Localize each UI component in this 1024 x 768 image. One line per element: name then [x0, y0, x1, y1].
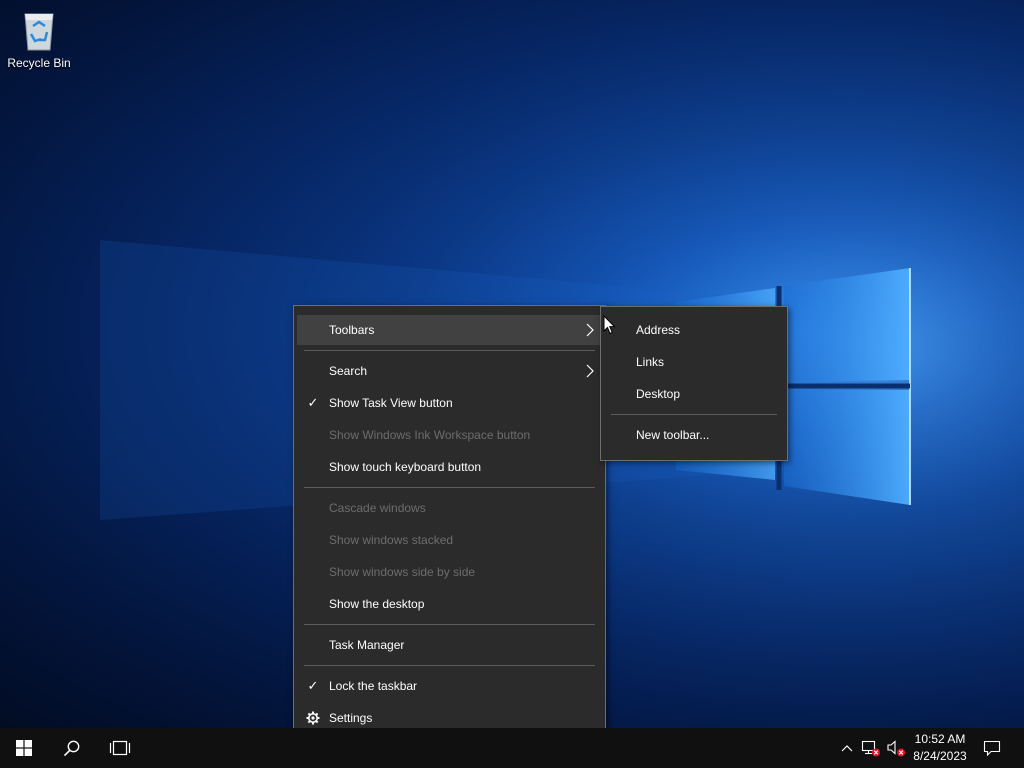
- submenu-item-desktop[interactable]: Desktop: [604, 379, 784, 409]
- task-view-button[interactable]: [96, 728, 144, 768]
- menu-separator: [304, 350, 595, 351]
- menu-item-label: Show Windows Ink Workspace button: [329, 428, 531, 442]
- mouse-cursor-icon: [603, 315, 616, 335]
- menu-item-label: Show Task View button: [329, 396, 453, 410]
- desktop[interactable]: Recycle Bin Toolbars Search ✓ Show Task …: [0, 0, 1024, 728]
- menu-separator: [304, 624, 595, 625]
- menu-item-label: Show touch keyboard button: [329, 460, 482, 474]
- menu-item-task-manager[interactable]: Task Manager: [297, 630, 602, 660]
- action-center-icon: [983, 740, 1001, 757]
- volume-tray-button[interactable]: [884, 728, 908, 768]
- menu-item-label: Show windows stacked: [329, 533, 454, 547]
- recycle-bin-label: Recycle Bin: [7, 56, 71, 70]
- menu-separator: [304, 665, 595, 666]
- recycle-bin-shortcut[interactable]: Recycle Bin: [4, 6, 74, 78]
- menu-item-label: Toolbars: [329, 323, 375, 337]
- system-clock[interactable]: 10:52 AM 8/24/2023: [908, 728, 972, 768]
- menu-item-toolbars[interactable]: Toolbars: [297, 315, 602, 345]
- menu-item-show-windows-ink-workspace-button: Show Windows Ink Workspace button: [297, 420, 602, 450]
- submenu-item-address[interactable]: Address: [604, 315, 784, 345]
- submenu-item-new-toolbar[interactable]: New toolbar...: [604, 420, 784, 450]
- show-hidden-icons-button[interactable]: [836, 728, 858, 768]
- menu-item-label: Settings: [329, 711, 373, 725]
- task-view-icon: [109, 740, 131, 756]
- network-disconnected-icon: [861, 740, 880, 757]
- volume-muted-icon: [887, 740, 905, 757]
- checkmark-icon: ✓: [307, 395, 319, 410]
- clock-date: 8/24/2023: [913, 749, 967, 763]
- chevron-right-icon: [586, 364, 594, 378]
- recycle-bin-icon: [24, 13, 54, 51]
- chevron-up-icon: [841, 745, 853, 752]
- menu-item-show-windows-stacked: Show windows stacked: [297, 525, 602, 555]
- taskbar[interactable]: 10:52 AM 8/24/2023: [0, 728, 1024, 768]
- menu-item-settings[interactable]: Settings: [297, 703, 602, 728]
- menu-item-search[interactable]: Search: [297, 356, 602, 386]
- gear-icon: [305, 710, 321, 726]
- submenu-item-label: Address: [636, 323, 681, 337]
- submenu-item-links[interactable]: Links: [604, 347, 784, 377]
- menu-item-label: Task Manager: [329, 638, 405, 652]
- menu-separator: [304, 487, 595, 488]
- action-center-button[interactable]: [972, 728, 1012, 768]
- chevron-right-icon: [586, 323, 594, 337]
- search-icon: [63, 740, 80, 757]
- taskbar-context-menu: Toolbars Search ✓ Show Task View button …: [293, 305, 606, 728]
- menu-item-label: Show windows side by side: [329, 565, 476, 579]
- menu-item-label: Search: [329, 364, 368, 378]
- menu-item-show-windows-side-by-side: Show windows side by side: [297, 557, 602, 587]
- menu-item-show-touch-keyboard-button[interactable]: Show touch keyboard button: [297, 452, 602, 482]
- submenu-item-label: New toolbar...: [636, 428, 710, 442]
- checkmark-icon: ✓: [307, 678, 319, 693]
- menu-item-cascade-windows: Cascade windows: [297, 493, 602, 523]
- submenu-item-label: Desktop: [636, 387, 681, 401]
- menu-item-lock-the-taskbar[interactable]: ✓ Lock the taskbar: [297, 671, 602, 701]
- toolbars-submenu: Address Links Desktop New toolbar...: [600, 306, 788, 461]
- start-button[interactable]: [0, 728, 48, 768]
- menu-separator: [611, 414, 777, 415]
- submenu-item-label: Links: [636, 355, 665, 369]
- menu-item-show-the-desktop[interactable]: Show the desktop: [297, 589, 602, 619]
- menu-item-label: Show the desktop: [329, 597, 425, 611]
- search-button[interactable]: [48, 728, 96, 768]
- menu-item-label: Lock the taskbar: [329, 679, 418, 693]
- windows-logo-icon: [16, 740, 32, 756]
- clock-time: 10:52 AM: [914, 732, 966, 746]
- menu-item-label: Cascade windows: [329, 501, 426, 515]
- network-tray-button[interactable]: [858, 728, 884, 768]
- menu-item-show-task-view-button[interactable]: ✓ Show Task View button: [297, 388, 602, 418]
